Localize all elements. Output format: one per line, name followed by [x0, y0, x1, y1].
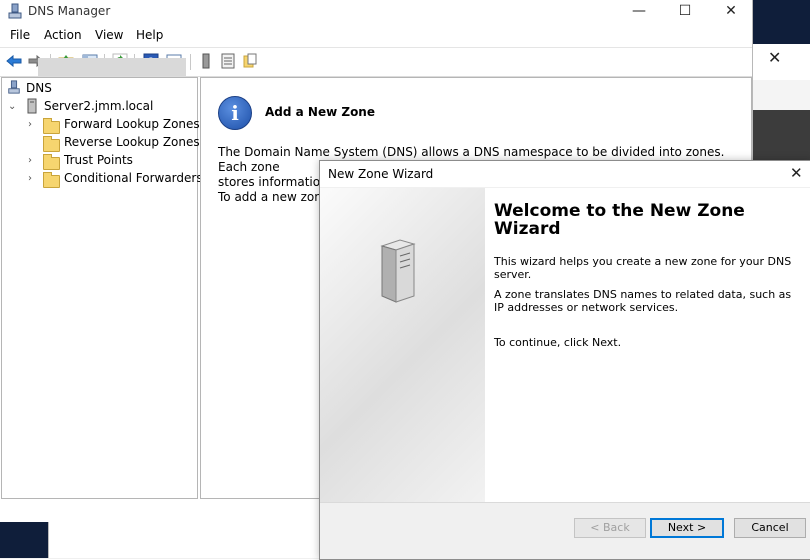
back-button[interactable]: < Back — [574, 518, 646, 538]
taskbar-fragment — [0, 522, 48, 558]
wizard-paragraph-3: To continue, click Next. — [494, 336, 622, 349]
wizard-paragraph-1: This wizard helps you create a new zone … — [494, 255, 792, 281]
chevron-right-icon[interactable]: › — [28, 155, 32, 166]
selected-row-highlight — [38, 58, 186, 76]
tree-item-conditional-forwarders[interactable]: Conditional Forwarders — [64, 169, 203, 187]
folder-icon — [43, 136, 60, 152]
chevron-right-icon[interactable]: › — [28, 119, 32, 130]
new-zone-wizard-dialog: New Zone Wizard ✕ Welcome to the New Zon… — [319, 160, 810, 560]
dns-app-icon — [8, 3, 22, 19]
tree-item-reverse-lookup-zones[interactable]: Reverse Lookup Zones — [64, 133, 200, 151]
maximize-button[interactable]: ☐ — [662, 0, 708, 24]
menu-bar: File Action View Help — [0, 26, 752, 46]
chevron-down-icon[interactable]: ⌄ — [8, 101, 16, 112]
wizard-title: New Zone Wizard — [328, 167, 434, 181]
wizard-divider — [320, 502, 810, 503]
menu-help[interactable]: Help — [136, 28, 163, 42]
status-cell — [48, 522, 321, 558]
dns-root-icon — [8, 80, 20, 94]
background-close-icon[interactable]: ✕ — [768, 48, 781, 67]
tree-item-trust-points[interactable]: Trust Points — [64, 151, 133, 169]
menu-action[interactable]: Action — [44, 28, 82, 42]
close-button[interactable]: ✕ — [708, 0, 754, 24]
folder-icon — [43, 172, 60, 188]
wizard-paragraph-2: A zone translates DNS names to related d… — [494, 288, 792, 314]
tree-item-dns[interactable]: DNS — [26, 79, 52, 97]
info-icon: i — [218, 96, 252, 130]
menu-view[interactable]: View — [95, 28, 123, 42]
background-panel-dark — [752, 110, 810, 160]
tree-item-server[interactable]: Server2.jmm.local — [44, 97, 153, 115]
toolbar-separator — [190, 54, 191, 70]
back-arrow-icon[interactable] — [6, 53, 22, 69]
server-tower-icon — [380, 239, 416, 303]
server-tool-icon[interactable] — [198, 53, 214, 69]
wizard-heading: Welcome to the New Zone Wizard — [494, 201, 745, 239]
next-button[interactable]: Next > — [650, 518, 724, 538]
copy-records-icon[interactable] — [242, 53, 258, 69]
folder-icon — [43, 118, 60, 134]
tree-item-forward-lookup-zones[interactable]: Forward Lookup Zones — [64, 115, 200, 133]
menu-file[interactable]: File — [10, 28, 30, 42]
title-bar: DNS Manager — ☐ ✕ — [0, 0, 752, 24]
folder-icon — [43, 154, 60, 170]
chevron-right-icon[interactable]: › — [28, 173, 32, 184]
wizard-title-bar: New Zone Wizard ✕ — [320, 161, 810, 187]
wizard-close-icon[interactable]: ✕ — [790, 164, 803, 182]
wizard-side-panel — [320, 188, 485, 502]
content-title: Add a New Zone — [265, 105, 375, 119]
server-icon — [27, 98, 37, 114]
list-icon[interactable] — [220, 53, 236, 69]
cancel-button[interactable]: Cancel — [734, 518, 806, 538]
minimize-button[interactable]: — — [616, 0, 662, 24]
window-title: DNS Manager — [28, 4, 111, 18]
content-instruction: To add a new zone, — [218, 190, 334, 204]
background-panel-gray — [752, 80, 810, 110]
